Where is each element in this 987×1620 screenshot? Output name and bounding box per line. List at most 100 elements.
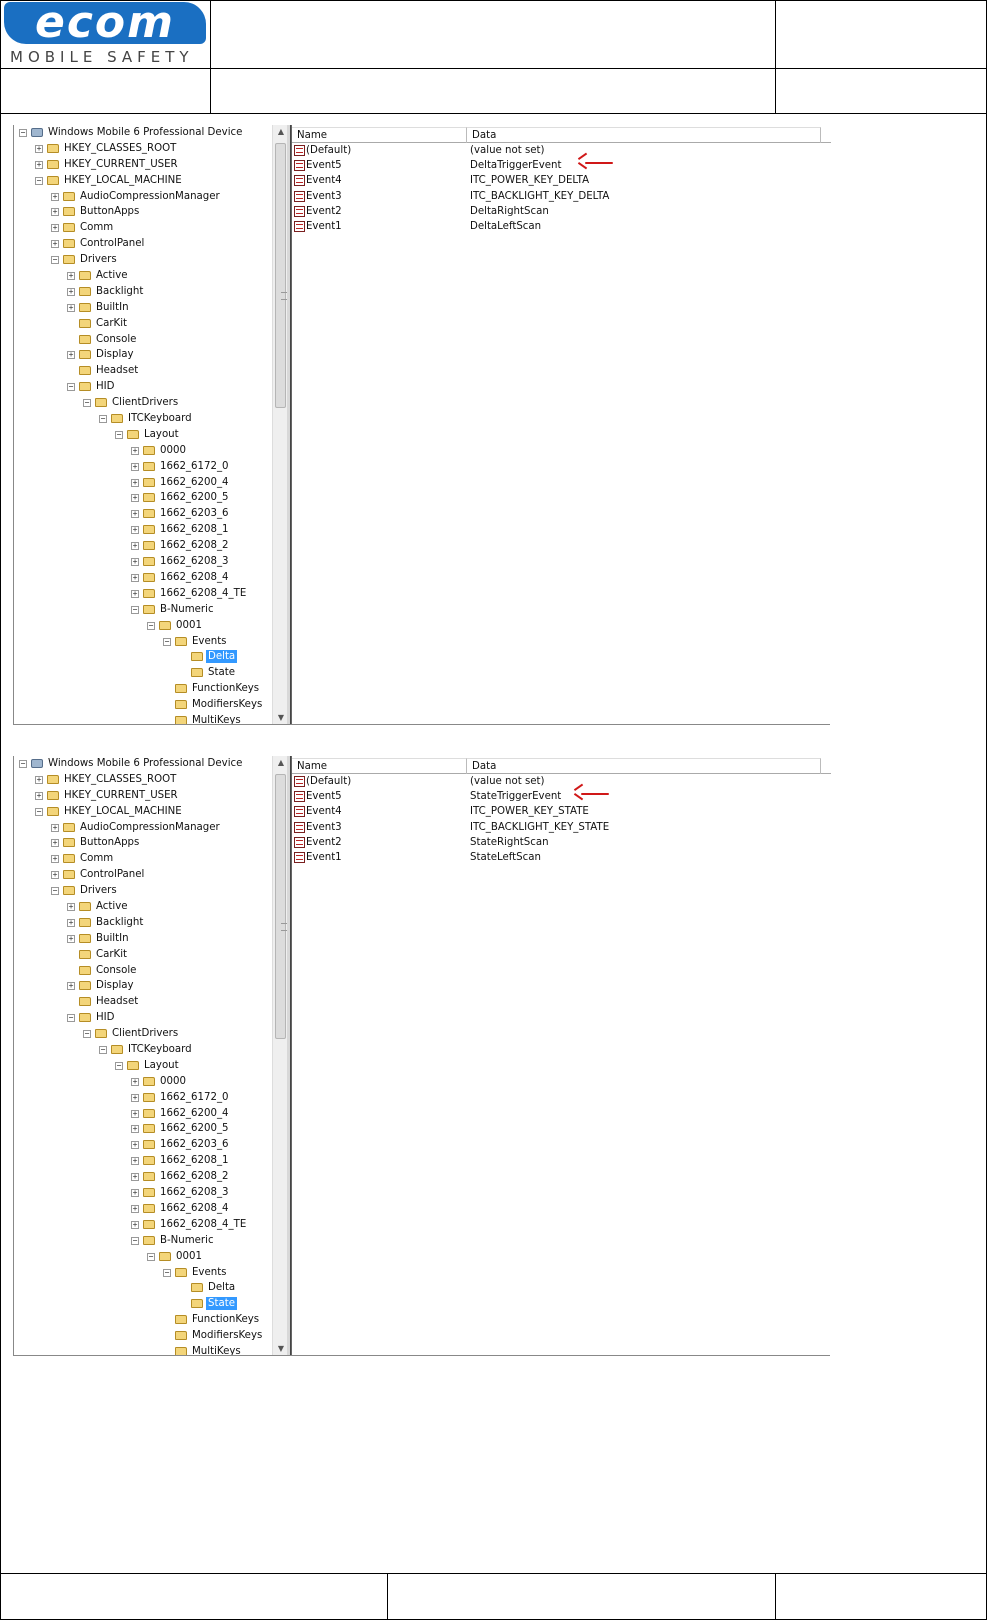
- collapse-icon[interactable]: −: [19, 129, 27, 137]
- column-header-data[interactable]: Data: [467, 127, 821, 143]
- tree-node[interactable]: + HKEY_CURRENT_USER: [14, 788, 272, 804]
- tree-node[interactable]: + AudioCompressionManager: [14, 820, 272, 836]
- tree-node[interactable]: +0000: [14, 1074, 272, 1090]
- value-row[interactable]: Event5 StateTriggerEvent: [292, 790, 831, 805]
- tree-node[interactable]: − Windows Mobile 6 Professional Device: [14, 125, 272, 141]
- tree-node[interactable]: + Backlight: [14, 284, 272, 300]
- tree-node[interactable]: − B-Numeric: [14, 1233, 272, 1249]
- expand-icon[interactable]: +: [131, 1125, 139, 1134]
- expand-icon[interactable]: +: [131, 1189, 139, 1198]
- tree-node[interactable]: Console: [14, 332, 272, 348]
- tree-node[interactable]: +1662_6200_5: [14, 490, 272, 506]
- tree-node[interactable]: +1662_6208_4: [14, 1201, 272, 1217]
- expand-icon[interactable]: +: [67, 272, 75, 281]
- expand-icon[interactable]: +: [131, 446, 139, 455]
- expand-icon[interactable]: +: [67, 982, 75, 991]
- tree-node[interactable]: +1662_6208_3: [14, 1185, 272, 1201]
- value-row[interactable]: Event1 StateLeftScan: [292, 851, 831, 866]
- tree-node[interactable]: − ClientDrivers: [14, 395, 272, 411]
- scroll-up-arrow-icon[interactable]: ▲: [273, 125, 287, 139]
- tree-node[interactable]: +1662_6172_0: [14, 1090, 272, 1106]
- tree-node[interactable]: − Events: [14, 1265, 272, 1281]
- tree-node[interactable]: + Comm: [14, 851, 272, 867]
- tree-node[interactable]: + ButtonApps: [14, 204, 272, 220]
- expand-icon[interactable]: +: [131, 478, 139, 487]
- tree-node[interactable]: CarKit: [14, 316, 272, 332]
- tree-node[interactable]: + BuiltIn: [14, 931, 272, 947]
- expand-icon[interactable]: +: [35, 791, 43, 800]
- collapse-icon[interactable]: −: [163, 1268, 171, 1277]
- expand-icon[interactable]: +: [35, 144, 43, 153]
- tree-node[interactable]: + HKEY_CURRENT_USER: [14, 157, 272, 173]
- collapse-icon[interactable]: −: [115, 1061, 123, 1070]
- tree-node[interactable]: + Backlight: [14, 915, 272, 931]
- expand-icon[interactable]: +: [51, 871, 59, 880]
- expand-icon[interactable]: +: [131, 542, 139, 551]
- expand-icon[interactable]: +: [131, 1109, 139, 1118]
- expand-icon[interactable]: +: [131, 462, 139, 471]
- collapse-icon[interactable]: −: [147, 1252, 155, 1261]
- value-row[interactable]: Event4 ITC_POWER_KEY_STATE: [292, 805, 831, 820]
- tree-node[interactable]: − Drivers: [14, 883, 272, 899]
- tree-node[interactable]: + Active: [14, 899, 272, 915]
- collapse-icon[interactable]: −: [51, 887, 59, 896]
- expand-icon[interactable]: +: [67, 287, 75, 296]
- collapse-icon[interactable]: −: [131, 605, 139, 614]
- expand-icon[interactable]: +: [51, 855, 59, 864]
- tree-node[interactable]: +1662_6208_1: [14, 1153, 272, 1169]
- tree-node[interactable]: + ControlPanel: [14, 236, 272, 252]
- expand-icon[interactable]: +: [131, 494, 139, 503]
- expand-icon[interactable]: +: [51, 192, 59, 201]
- tree-node[interactable]: +1662_6208_2: [14, 538, 272, 554]
- scroll-thumb[interactable]: [275, 143, 287, 408]
- scroll-down-arrow-icon[interactable]: ▼: [273, 711, 287, 725]
- tree-node[interactable]: +1662_6203_6: [14, 1137, 272, 1153]
- tree-node[interactable]: +1662_6200_4: [14, 1106, 272, 1122]
- column-header-data[interactable]: Data: [467, 758, 821, 774]
- tree-node[interactable]: − B-Numeric: [14, 602, 272, 618]
- tree-node[interactable]: +1662_6200_4: [14, 475, 272, 491]
- value-row[interactable]: (Default) (value not set): [292, 775, 831, 790]
- collapse-icon[interactable]: −: [35, 807, 43, 816]
- tree-node[interactable]: +1662_6208_4_TE: [14, 1217, 272, 1233]
- expand-icon[interactable]: +: [51, 839, 59, 848]
- collapse-icon[interactable]: −: [99, 415, 107, 424]
- expand-icon[interactable]: +: [131, 1157, 139, 1166]
- expand-icon[interactable]: +: [67, 934, 75, 943]
- tree-node[interactable]: − Drivers: [14, 252, 272, 268]
- expand-icon[interactable]: +: [131, 1077, 139, 1086]
- collapse-icon[interactable]: −: [67, 383, 75, 392]
- tree-node[interactable]: + Comm: [14, 220, 272, 236]
- tree-node[interactable]: State: [14, 665, 272, 681]
- collapse-icon[interactable]: −: [147, 621, 155, 630]
- tree-node[interactable]: + HKEY_CLASSES_ROOT: [14, 141, 272, 157]
- expand-icon[interactable]: +: [67, 303, 75, 312]
- tree-scrollbar[interactable]: ▲ ▼: [272, 756, 287, 1356]
- tree-node[interactable]: +1662_6208_4_TE: [14, 586, 272, 602]
- tree-node[interactable]: +1662_6203_6: [14, 506, 272, 522]
- tree-node[interactable]: FunctionKeys: [14, 1312, 272, 1328]
- expand-icon[interactable]: +: [51, 208, 59, 217]
- collapse-icon[interactable]: −: [115, 430, 123, 439]
- collapse-icon[interactable]: −: [163, 637, 171, 646]
- tree-node[interactable]: State: [14, 1296, 272, 1312]
- tree-node[interactable]: − Events: [14, 634, 272, 650]
- expand-icon[interactable]: +: [67, 903, 75, 912]
- tree-node[interactable]: + Display: [14, 347, 272, 363]
- tree-node[interactable]: Console: [14, 963, 272, 979]
- expand-icon[interactable]: +: [131, 573, 139, 582]
- collapse-icon[interactable]: −: [83, 1030, 91, 1039]
- collapse-icon[interactable]: −: [131, 1236, 139, 1245]
- tree-node[interactable]: CarKit: [14, 947, 272, 963]
- expand-icon[interactable]: +: [131, 1204, 139, 1213]
- value-row[interactable]: Event2 DeltaRightScan: [292, 205, 831, 220]
- value-row[interactable]: Event1 DeltaLeftScan: [292, 220, 831, 235]
- tree-node[interactable]: − HKEY_LOCAL_MACHINE: [14, 173, 272, 189]
- value-row[interactable]: Event4 ITC_POWER_KEY_DELTA: [292, 174, 831, 189]
- tree-node[interactable]: + HKEY_CLASSES_ROOT: [14, 772, 272, 788]
- tree-node[interactable]: − HID: [14, 379, 272, 395]
- column-header-name[interactable]: Name: [292, 127, 467, 143]
- collapse-icon[interactable]: −: [19, 760, 27, 768]
- tree-node[interactable]: − HID: [14, 1010, 272, 1026]
- expand-icon[interactable]: +: [131, 510, 139, 519]
